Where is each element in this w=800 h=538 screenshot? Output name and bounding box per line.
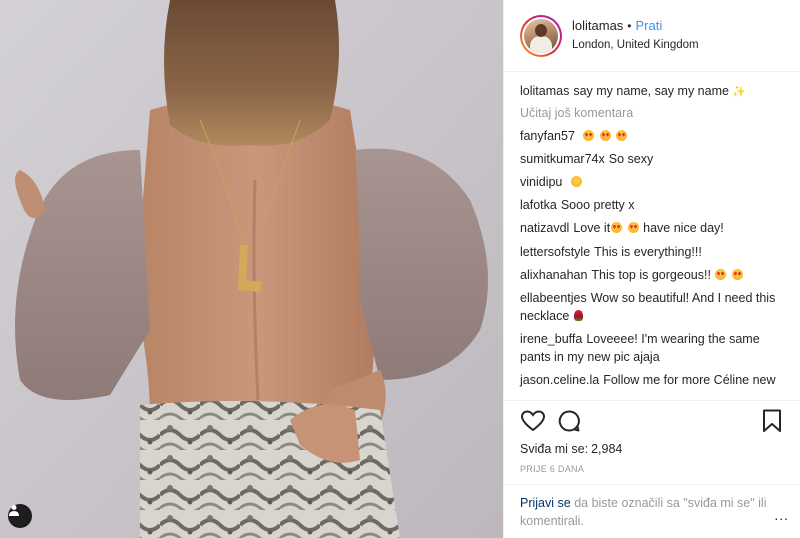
comment-text: Love it xyxy=(573,221,611,236)
comment-username[interactable]: lafotka xyxy=(520,198,557,212)
avatar-story-ring[interactable] xyxy=(520,14,562,57)
post-actions: Sviđa mi se: 2,984 PRIJE 6 DANA Prijavi s… xyxy=(504,400,800,538)
caption: lolitamas say my name, say my name ✨ xyxy=(520,82,784,101)
comment-item: ellabeentjes Wow so beautiful! And I need… xyxy=(520,289,784,325)
more-options-button[interactable]: ... xyxy=(774,506,789,526)
heart-eyes-emoji-icon xyxy=(611,222,623,234)
likes-label: Sviđa mi se: xyxy=(520,442,589,456)
comment-username[interactable]: sumitkumar74x xyxy=(520,152,605,166)
comment-username[interactable]: jason.celine.la xyxy=(520,373,599,387)
heart-eyes-emoji-icon xyxy=(627,222,639,234)
like-button[interactable] xyxy=(520,408,546,434)
comment-username[interactable]: vinidipu xyxy=(520,175,562,189)
comment-username[interactable]: alixhanahan xyxy=(520,268,587,282)
heart-eyes-emoji-icon xyxy=(715,268,727,280)
likes-count[interactable]: Sviđa mi se: 2,984 xyxy=(520,442,785,456)
comment-username[interactable]: natizavdl xyxy=(520,221,569,235)
comment-item: vinidipu xyxy=(520,173,784,191)
caption-username[interactable]: lolitamas xyxy=(520,84,569,98)
photo-illustration xyxy=(0,0,503,538)
comment-text: This top is gorgeous!! xyxy=(591,267,711,282)
comment-text: Sooo pretty x xyxy=(560,198,635,213)
comment-text: So sexy xyxy=(608,152,654,167)
comment-item: irene_buffa Loveeee! I'm wearing the same… xyxy=(520,330,784,366)
comments-list[interactable]: lolitamas say my name, say my name ✨ Učit… xyxy=(504,72,800,390)
sparkles-icon: ✨ xyxy=(732,86,747,98)
heart-icon xyxy=(521,410,545,432)
comment-text: This is everything!!! xyxy=(594,244,702,259)
follow-button[interactable]: Prati xyxy=(636,18,663,34)
comment-item: lafotka Sooo pretty x xyxy=(520,196,784,214)
header-username[interactable]: lolitamas xyxy=(572,18,623,34)
comment-item: sumitkumar74x So sexy xyxy=(520,150,784,168)
save-button[interactable] xyxy=(759,408,785,434)
user-tag-button[interactable] xyxy=(8,504,32,528)
likes-number: 2,984 xyxy=(591,442,623,456)
separator-dot: • xyxy=(627,18,632,33)
comment-username[interactable]: irene_buffa xyxy=(520,332,582,346)
comment-username[interactable]: ellabeentjes xyxy=(520,291,587,305)
comment-icon xyxy=(558,410,580,432)
comment-button[interactable] xyxy=(556,408,582,434)
login-link[interactable]: Prijavi se xyxy=(520,496,571,510)
heart-eyes-emoji-icon xyxy=(731,268,743,280)
post-header: lolitamas • Prati London, United Kingdom xyxy=(504,0,800,72)
comment-item: jason.celine.la Follow me for more Céline… xyxy=(520,371,784,390)
comment-username[interactable]: lettersofstyle xyxy=(520,245,590,259)
post-sidebar: lolitamas • Prati London, United Kingdom… xyxy=(503,0,800,538)
load-more-comments-button[interactable]: Učitaj još komentara xyxy=(520,106,784,120)
comment-item: fanyfan57 xyxy=(520,127,784,145)
heart-eyes-emoji-icon xyxy=(583,129,595,141)
comment-item: natizavdl Love it have nice day! xyxy=(520,219,784,237)
comment-username[interactable]: fanyfan57 xyxy=(520,129,575,143)
login-prompt: Prijavi se da biste označili sa "sviđa m… xyxy=(504,484,800,530)
rose-emoji-icon xyxy=(573,309,583,321)
user-tag-icon xyxy=(9,505,19,516)
bookmark-icon xyxy=(763,409,781,432)
heart-eyes-emoji-icon xyxy=(616,129,628,141)
caption-text: say my name, say my name xyxy=(573,84,729,98)
location-link[interactable]: London, United Kingdom xyxy=(572,38,699,52)
comment-item: lettersofstyle This is everything!!! xyxy=(520,243,784,261)
comment-item: alixhanahan This top is gorgeous!! xyxy=(520,266,784,284)
post-photo[interactable] xyxy=(0,0,503,538)
kiss-emoji-icon xyxy=(570,176,582,188)
comment-text-continued: have nice day! xyxy=(639,221,724,236)
heart-eyes-emoji-icon xyxy=(599,129,611,141)
post-timestamp[interactable]: PRIJE 6 DANA xyxy=(520,464,785,474)
avatar[interactable] xyxy=(524,18,558,53)
